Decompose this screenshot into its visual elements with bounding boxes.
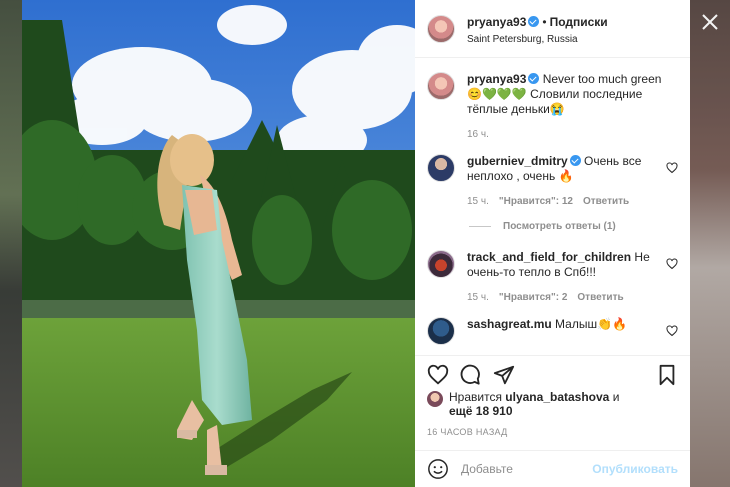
reply-button[interactable]: Ответить [577, 290, 623, 305]
reply-button[interactable]: Ответить [583, 194, 629, 209]
heart-icon[interactable] [666, 162, 678, 174]
location-link[interactable]: Saint Petersburg, Russia [467, 34, 608, 45]
publish-button[interactable]: Опубликовать [592, 462, 678, 476]
replies-divider [469, 226, 491, 227]
post-timestamp[interactable]: 16 ЧАСОВ НАЗАД [427, 427, 508, 437]
comment-likes[interactable]: "Нравится": 12 [499, 194, 573, 209]
comments-list[interactable]: pryanya93 Never too much green 😊💚💚💚 Слов… [415, 58, 690, 355]
comment-item: sashagreat.mu Малыш👏🔥 [427, 317, 678, 345]
verified-icon [528, 15, 540, 27]
emoji-icon[interactable] [427, 458, 449, 480]
liked-by-prefix: Нравится [449, 390, 502, 404]
post-actions-bar [415, 355, 690, 391]
commenter-avatar[interactable] [427, 317, 455, 345]
liked-by: Нравится ulyana_batashova и ещё 18 910 [427, 390, 682, 418]
other-likes-button[interactable]: ещё 18 910 [449, 404, 513, 418]
commenter-avatar[interactable] [427, 250, 455, 278]
comment-time[interactable]: 15 ч. [467, 290, 489, 305]
comment-item: track_and_field_for_children Не очень-то… [427, 250, 678, 305]
liked-by-mid: и [612, 390, 620, 404]
heart-icon[interactable] [427, 364, 449, 386]
commenter-username[interactable]: sashagreat.mu [467, 317, 552, 331]
background-feed-right [690, 0, 730, 487]
caption-time[interactable]: 16 ч. [467, 127, 489, 142]
author-username[interactable]: pryanya93 [467, 15, 526, 29]
add-comment-bar: Опубликовать [415, 450, 690, 487]
heart-icon[interactable] [666, 325, 678, 337]
verified-icon [569, 155, 581, 166]
view-replies-label: Посмотреть ответы (1) [503, 221, 616, 232]
commenter-avatar[interactable] [427, 154, 455, 182]
author-avatar[interactable] [427, 14, 455, 43]
instagram-post-modal: pryanya93 • Подписки Saint Petersburg, Rus… [0, 0, 730, 487]
liker-username[interactable]: ulyana_batashova [505, 390, 609, 404]
caption: pryanya93 Never too much green 😊💚💚💚 Слов… [427, 72, 678, 142]
post-photo[interactable] [22, 0, 415, 487]
post-side-panel: pryanya93 • Подписки Saint Petersburg, Rus… [415, 0, 690, 487]
liker-avatar[interactable] [427, 391, 443, 407]
heart-icon[interactable] [666, 258, 678, 270]
bookmark-icon[interactable] [656, 364, 678, 386]
comment-likes[interactable]: "Нравится": 2 [499, 290, 568, 305]
close-icon[interactable] [700, 12, 720, 32]
commenter-username[interactable]: guberniev_dmitry [467, 154, 568, 168]
comment-item: guberniev_dmitry Очень все неплохо , оче… [427, 154, 678, 209]
view-replies-button[interactable]: Посмотреть ответы (1) [469, 221, 678, 232]
share-icon[interactable] [493, 364, 515, 386]
caption-username[interactable]: pryanya93 [467, 72, 526, 86]
commenter-username[interactable]: track_and_field_for_children [467, 250, 631, 264]
comment-input[interactable] [461, 462, 591, 476]
photo-image [22, 0, 415, 487]
background-feed-left [0, 0, 22, 487]
separator-dot: • [542, 14, 547, 29]
post-header: pryanya93 • Подписки Saint Petersburg, Rus… [415, 0, 690, 58]
following-button[interactable]: Подписки [550, 15, 608, 29]
caption-avatar[interactable] [427, 72, 455, 100]
verified-icon [528, 73, 540, 84]
comment-icon[interactable] [459, 364, 481, 386]
comment-text: Малыш👏🔥 [555, 317, 627, 331]
comment-time[interactable]: 15 ч. [467, 194, 489, 209]
